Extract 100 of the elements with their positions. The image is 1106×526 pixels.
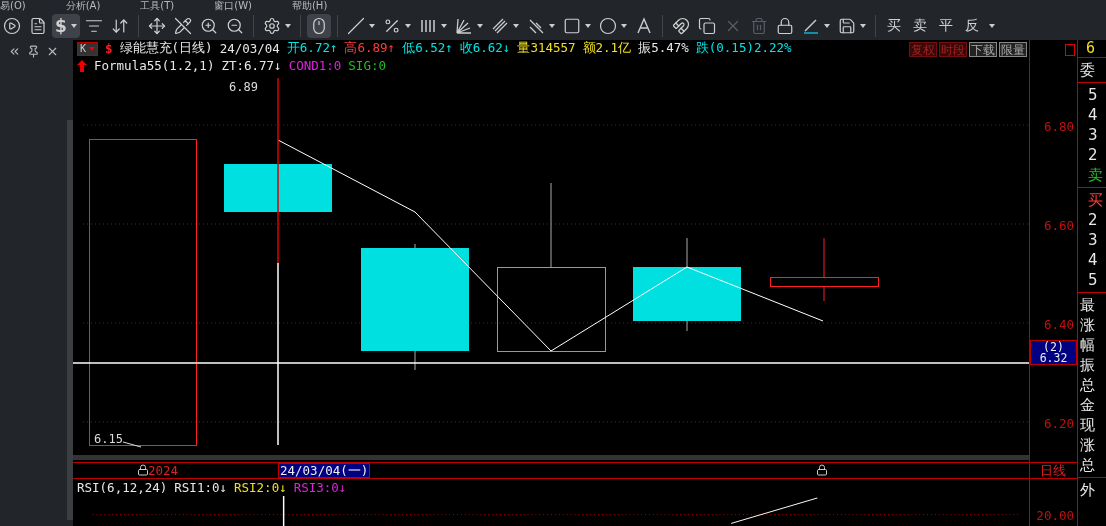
quote-label: 委	[1079, 60, 1096, 80]
settings-icon	[262, 17, 281, 35]
chart-option-button[interactable]: 下载	[969, 42, 997, 57]
caret-icon	[284, 24, 291, 28]
lock-icon[interactable]	[137, 464, 149, 476]
crosshair-line	[282, 495, 285, 526]
quote-label: 外	[1079, 480, 1096, 500]
caret-icon	[404, 24, 411, 28]
menu-item[interactable]: 帮助(H)	[291, 0, 328, 12]
quote-value: 跌(0.15)2.22%	[695, 40, 792, 57]
caret-icon	[512, 24, 519, 28]
rsi-tick: 20.00	[1036, 509, 1074, 523]
close-icon[interactable]	[46, 45, 59, 58]
price-value: 6	[1085, 40, 1097, 57]
collapse-icon[interactable]	[8, 45, 21, 58]
percent-icon	[382, 17, 401, 35]
rsi-value: RSI1:0↓	[174, 479, 227, 495]
quote-value: 低6.52↑	[402, 40, 453, 57]
chart-option-button[interactable]: 限量	[999, 42, 1027, 57]
price-tick: 6.40	[1043, 318, 1074, 332]
quote-value: 高6.89↑	[344, 40, 396, 57]
menu-item[interactable]: 分析(A)	[65, 0, 101, 12]
period-label: 日线	[1040, 463, 1066, 478]
lock-icon[interactable]	[816, 464, 828, 476]
quote-label: 3	[1087, 125, 1099, 145]
fan-lines-icon	[454, 17, 473, 35]
quote-label: 涨	[1079, 315, 1096, 335]
menu-item[interactable]: 易(O)	[0, 0, 26, 12]
panel-toggle-icon[interactable]	[1065, 44, 1075, 56]
quote-label: 总	[1079, 455, 1096, 475]
quote-label: 2	[1087, 145, 1099, 165]
pin-icon[interactable]	[27, 45, 40, 58]
formula-value: ZT:6.77↓	[221, 58, 282, 73]
quote-value: 振5.47%	[638, 40, 689, 57]
formula-value: COND1:0	[288, 58, 342, 73]
scrollbar[interactable]	[67, 120, 73, 520]
quote-label: 4	[1087, 250, 1099, 270]
quote-value: 量314557	[517, 40, 576, 57]
caret-icon	[368, 24, 375, 28]
low-price-label: 6.15	[94, 432, 123, 446]
trade-button[interactable]: 反	[959, 17, 984, 35]
currency-mark: $	[105, 41, 113, 56]
parallel-lines-icon	[490, 17, 509, 35]
trade-button[interactable]: 买	[881, 17, 906, 35]
quote-label: 5	[1087, 270, 1099, 290]
rsi-value: RSI2:0↓	[234, 479, 287, 495]
caret-icon	[548, 24, 555, 28]
vertical-lines-icon	[418, 17, 437, 35]
caret-icon	[859, 24, 866, 28]
formula-value: SIG:0	[348, 58, 386, 73]
caret-icon	[440, 24, 447, 28]
year-label: 2024	[148, 463, 179, 478]
quote-label: 最	[1079, 295, 1096, 315]
rectangle-icon	[562, 17, 581, 35]
kline-button[interactable]: K	[77, 41, 99, 56]
quote-label: 总	[1079, 375, 1096, 395]
circle-icon	[598, 17, 617, 35]
formula-value: Formula55(1.2,1)	[94, 58, 215, 73]
quote-label: 4	[1087, 105, 1099, 125]
up-arrow-icon	[77, 59, 87, 72]
currency-button[interactable]: $	[52, 14, 80, 38]
trade-button[interactable]: 平	[933, 17, 958, 35]
leader-line	[122, 441, 142, 448]
angle-icon	[801, 17, 820, 35]
high-price-label: 6.89	[229, 80, 258, 94]
line-icon	[346, 17, 365, 35]
quote-value: 收6.62↓	[459, 40, 511, 57]
caret-icon	[89, 46, 96, 51]
cursor-date: 24/03/04(一)	[278, 463, 371, 478]
quote-label: 2	[1087, 210, 1099, 230]
quote-label: 5	[1087, 85, 1099, 105]
save-icon	[837, 17, 856, 35]
quote-label: 买	[1087, 190, 1104, 210]
price-tick: 6.60	[1043, 219, 1074, 233]
caret-icon	[620, 24, 627, 28]
quote-label: 金	[1079, 395, 1096, 415]
quote-value: 开6.72↑	[286, 40, 338, 57]
caret-icon	[476, 24, 483, 28]
rsi-value: RSI3:0↓	[293, 479, 347, 495]
date-label: 24/03/04	[219, 41, 280, 56]
stock-title: 绿能慧充(日线)	[119, 40, 213, 57]
caret-icon	[70, 24, 77, 28]
price-tick: 6.80	[1043, 120, 1074, 134]
quote-label: 幅	[1079, 335, 1096, 355]
caret-icon	[584, 24, 591, 28]
menu-item[interactable]: 窗口(W)	[214, 0, 252, 12]
rsi-value: RSI(6,12,24)	[77, 479, 168, 495]
quote-label: 振	[1079, 355, 1096, 375]
trade-button[interactable]: 卖	[907, 17, 932, 35]
quote-label: 涨	[1079, 435, 1096, 455]
quote-label: 现	[1079, 415, 1096, 435]
quote-label: 3	[1087, 230, 1099, 250]
mouse-button[interactable]	[306, 14, 331, 38]
menu-item[interactable]: 工具(T)	[140, 0, 175, 12]
cursor-price-tag: (2) 6.32	[1030, 340, 1077, 365]
caret-icon	[988, 24, 995, 28]
caret-icon	[823, 24, 830, 28]
price-tick: 6.20	[1043, 417, 1074, 431]
quote-value: 额2.1亿	[582, 40, 632, 57]
quote-label: 卖	[1087, 165, 1104, 185]
